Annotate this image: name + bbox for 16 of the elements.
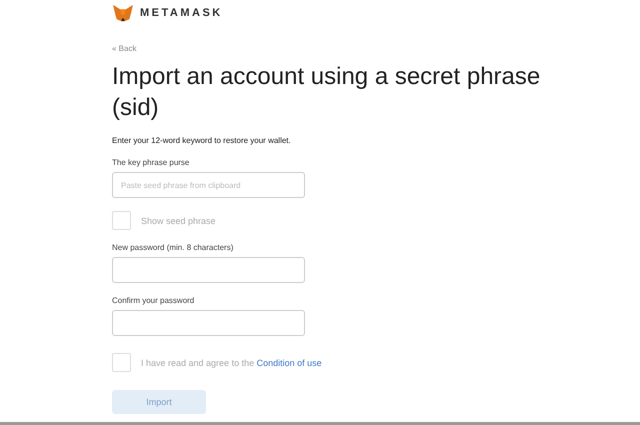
checkbox[interactable] [112, 353, 131, 372]
field-label: Confirm your password [112, 296, 196, 305]
field-label: New password (min. 8 characters) [112, 243, 234, 252]
terms-link[interactable]: Condition of use [256, 358, 322, 368]
input-field[interactable]: Paste seed phrase from clipboard [112, 172, 305, 198]
description: Enter your 12-word keyword to restore your wallet. [112, 136, 292, 145]
checkbox-label: Show seed phrase [141, 216, 216, 226]
brand-name: METAMASK [140, 7, 223, 19]
fox-logo-icon [112, 4, 134, 22]
page-title: Import an account using a secret phrase (sid) [112, 62, 542, 123]
back-link[interactable]: « Back [112, 44, 640, 53]
input-field[interactable] [112, 257, 305, 283]
checkbox[interactable] [112, 211, 131, 230]
terms-text: I have read and agree to the Condition of use [141, 358, 322, 368]
input-field[interactable] [112, 310, 305, 336]
field-label: The key phrase purse [112, 158, 190, 167]
